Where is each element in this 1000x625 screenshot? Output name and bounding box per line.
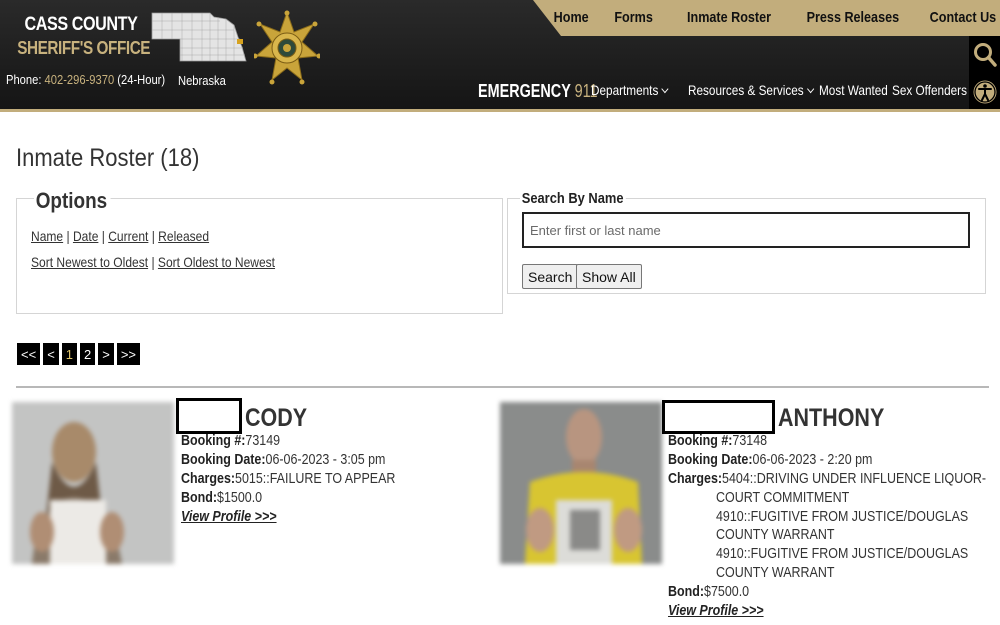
pagination: << < 1 2 > >> <box>17 343 141 365</box>
view-profile-link[interactable]: View Profile >>> <box>181 509 277 525</box>
map-label: Nebraska <box>178 73 226 88</box>
charges-label: Charges: <box>181 471 236 487</box>
emergency-label: EMERGENCY <box>478 81 571 101</box>
phone-label: Phone: <box>6 72 45 87</box>
phone-suffix: (24-Hour) <box>114 72 166 87</box>
divider <box>16 386 989 388</box>
emergency-911[interactable]: EMERGENCY 911 <box>478 81 598 102</box>
sort-oldest-link[interactable]: Sort Oldest to Newest <box>158 254 275 270</box>
booking-label: Booking #: <box>668 433 733 449</box>
inmate-photo[interactable] <box>500 402 662 564</box>
filter-links: Name | Date | Current | Released <box>31 228 209 244</box>
prev-page-button[interactable]: < <box>43 343 59 365</box>
options-legend: Options <box>34 188 111 214</box>
nav-resources-services[interactable]: Resources & Services <box>688 82 814 98</box>
booking-date: Booking Date:06-06-2023 - 2:20 pm <box>668 452 872 468</box>
bond-value: $1500.0 <box>217 490 263 506</box>
booking-value: 73149 <box>245 433 281 449</box>
booking-number: Booking #:73148 <box>668 433 767 449</box>
separator: | <box>98 228 109 244</box>
nav-most-wanted[interactable]: Most Wanted <box>819 82 888 98</box>
name-search-input[interactable] <box>522 212 970 248</box>
top-nav-forms[interactable]: Forms <box>614 9 653 26</box>
bond: Bond:$1500.0 <box>181 490 262 506</box>
charge-item: 5015::FAILURE TO APPEAR <box>235 471 396 487</box>
bond-label: Bond: <box>668 584 705 600</box>
brand-county: CASS COUNTY <box>24 14 138 35</box>
charge-item: COUNTY WARRANT <box>716 527 835 543</box>
booking-number: Booking #:73149 <box>181 433 280 449</box>
separator: | <box>148 228 159 244</box>
redacted-name <box>662 400 775 434</box>
charges-label: Charges: <box>668 471 723 487</box>
bond: Bond:$7500.0 <box>668 584 749 600</box>
first-page-button[interactable]: << <box>17 343 41 365</box>
filter-name-link[interactable]: Name <box>31 228 63 244</box>
site-logo-text[interactable]: CASS COUNTY SHERIFF'S OFFICE <box>6 14 156 59</box>
charge-item: COUNTY WARRANT <box>716 565 835 581</box>
header-icon-column <box>969 36 1000 109</box>
booking-date-label: Booking Date: <box>181 452 266 468</box>
charge-item: COURT COMMITMENT <box>716 490 850 506</box>
search-button[interactable]: Search <box>522 264 579 289</box>
booking-date-value: 06-06-2023 - 2:20 pm <box>752 452 873 468</box>
booking-date-value: 06-06-2023 - 3:05 pm <box>265 452 386 468</box>
booking-value: 73148 <box>732 433 768 449</box>
top-nav: Home Forms Inmate Roster Press Releases … <box>529 9 996 26</box>
last-page-button[interactable]: >> <box>116 343 141 365</box>
nav-departments[interactable]: Departments <box>591 82 669 98</box>
brand-office: SHERIFF'S OFFICE <box>17 38 151 58</box>
inmate-name: CODY <box>245 404 308 432</box>
site-header: CASS COUNTY SHERIFF'S OFFICE Phone: 402-… <box>0 0 1000 112</box>
top-nav-home[interactable]: Home <box>554 9 589 26</box>
page-title: Inmate Roster (18) <box>16 144 200 172</box>
filter-released-link[interactable]: Released <box>158 228 209 244</box>
nav-departments-label: Departments <box>591 82 659 98</box>
charge-item: 5404::DRIVING UNDER INFLUENCE LIQUOR- <box>722 471 987 487</box>
phone-number-link[interactable]: 402-296-9370 <box>45 72 115 87</box>
booking-date: Booking Date:06-06-2023 - 3:05 pm <box>181 452 385 468</box>
sheriff-badge-logo[interactable] <box>254 10 320 92</box>
separator: | <box>63 228 73 244</box>
filter-date-link[interactable]: Date <box>73 228 98 244</box>
sort-links: Sort Newest to Oldest | Sort Oldest to N… <box>31 254 275 270</box>
filter-current-link[interactable]: Current <box>108 228 148 244</box>
separator: | <box>148 254 158 270</box>
booking-label: Booking #: <box>181 433 246 449</box>
show-all-button[interactable]: Show All <box>576 264 642 289</box>
charge-item: 4910::FUGITIVE FROM JUSTICE/DOUGLAS <box>716 546 969 562</box>
chevron-down-icon <box>661 84 669 94</box>
top-nav-contact-us[interactable]: Contact Us <box>929 9 996 26</box>
search-icon[interactable] <box>973 42 997 68</box>
page-2-button[interactable]: 2 <box>80 343 96 365</box>
nav-resources-label: Resources & Services <box>688 82 804 98</box>
view-profile-link[interactable]: View Profile >>> <box>668 603 764 619</box>
nav-sex-offenders[interactable]: Sex Offenders <box>892 82 967 98</box>
charge-item: 4910::FUGITIVE FROM JUSTICE/DOUGLAS <box>716 509 969 525</box>
search-legend: Search By Name <box>520 190 627 207</box>
chevron-down-icon <box>806 84 814 94</box>
top-nav-press-releases[interactable]: Press Releases <box>806 9 898 26</box>
top-nav-inmate-roster[interactable]: Inmate Roster <box>687 9 771 26</box>
nebraska-map-icon <box>151 12 247 62</box>
bond-value: $7500.0 <box>704 584 750 600</box>
charges: Charges:5404::DRIVING UNDER INFLUENCE LI… <box>668 471 986 487</box>
accessibility-icon[interactable] <box>972 79 998 105</box>
bond-label: Bond: <box>181 490 218 506</box>
next-page-button[interactable]: > <box>98 343 114 365</box>
page-1-button[interactable]: 1 <box>61 343 78 365</box>
sort-newest-link[interactable]: Sort Newest to Oldest <box>31 254 148 270</box>
charges: Charges:5015::FAILURE TO APPEAR <box>181 471 395 487</box>
inmate-name: ANTHONY <box>778 404 885 432</box>
redacted-name <box>176 398 242 434</box>
inmate-photo[interactable] <box>12 402 174 564</box>
phone-info: Phone: 402-296-9370 (24-Hour) <box>6 72 165 87</box>
booking-date-label: Booking Date: <box>668 452 753 468</box>
